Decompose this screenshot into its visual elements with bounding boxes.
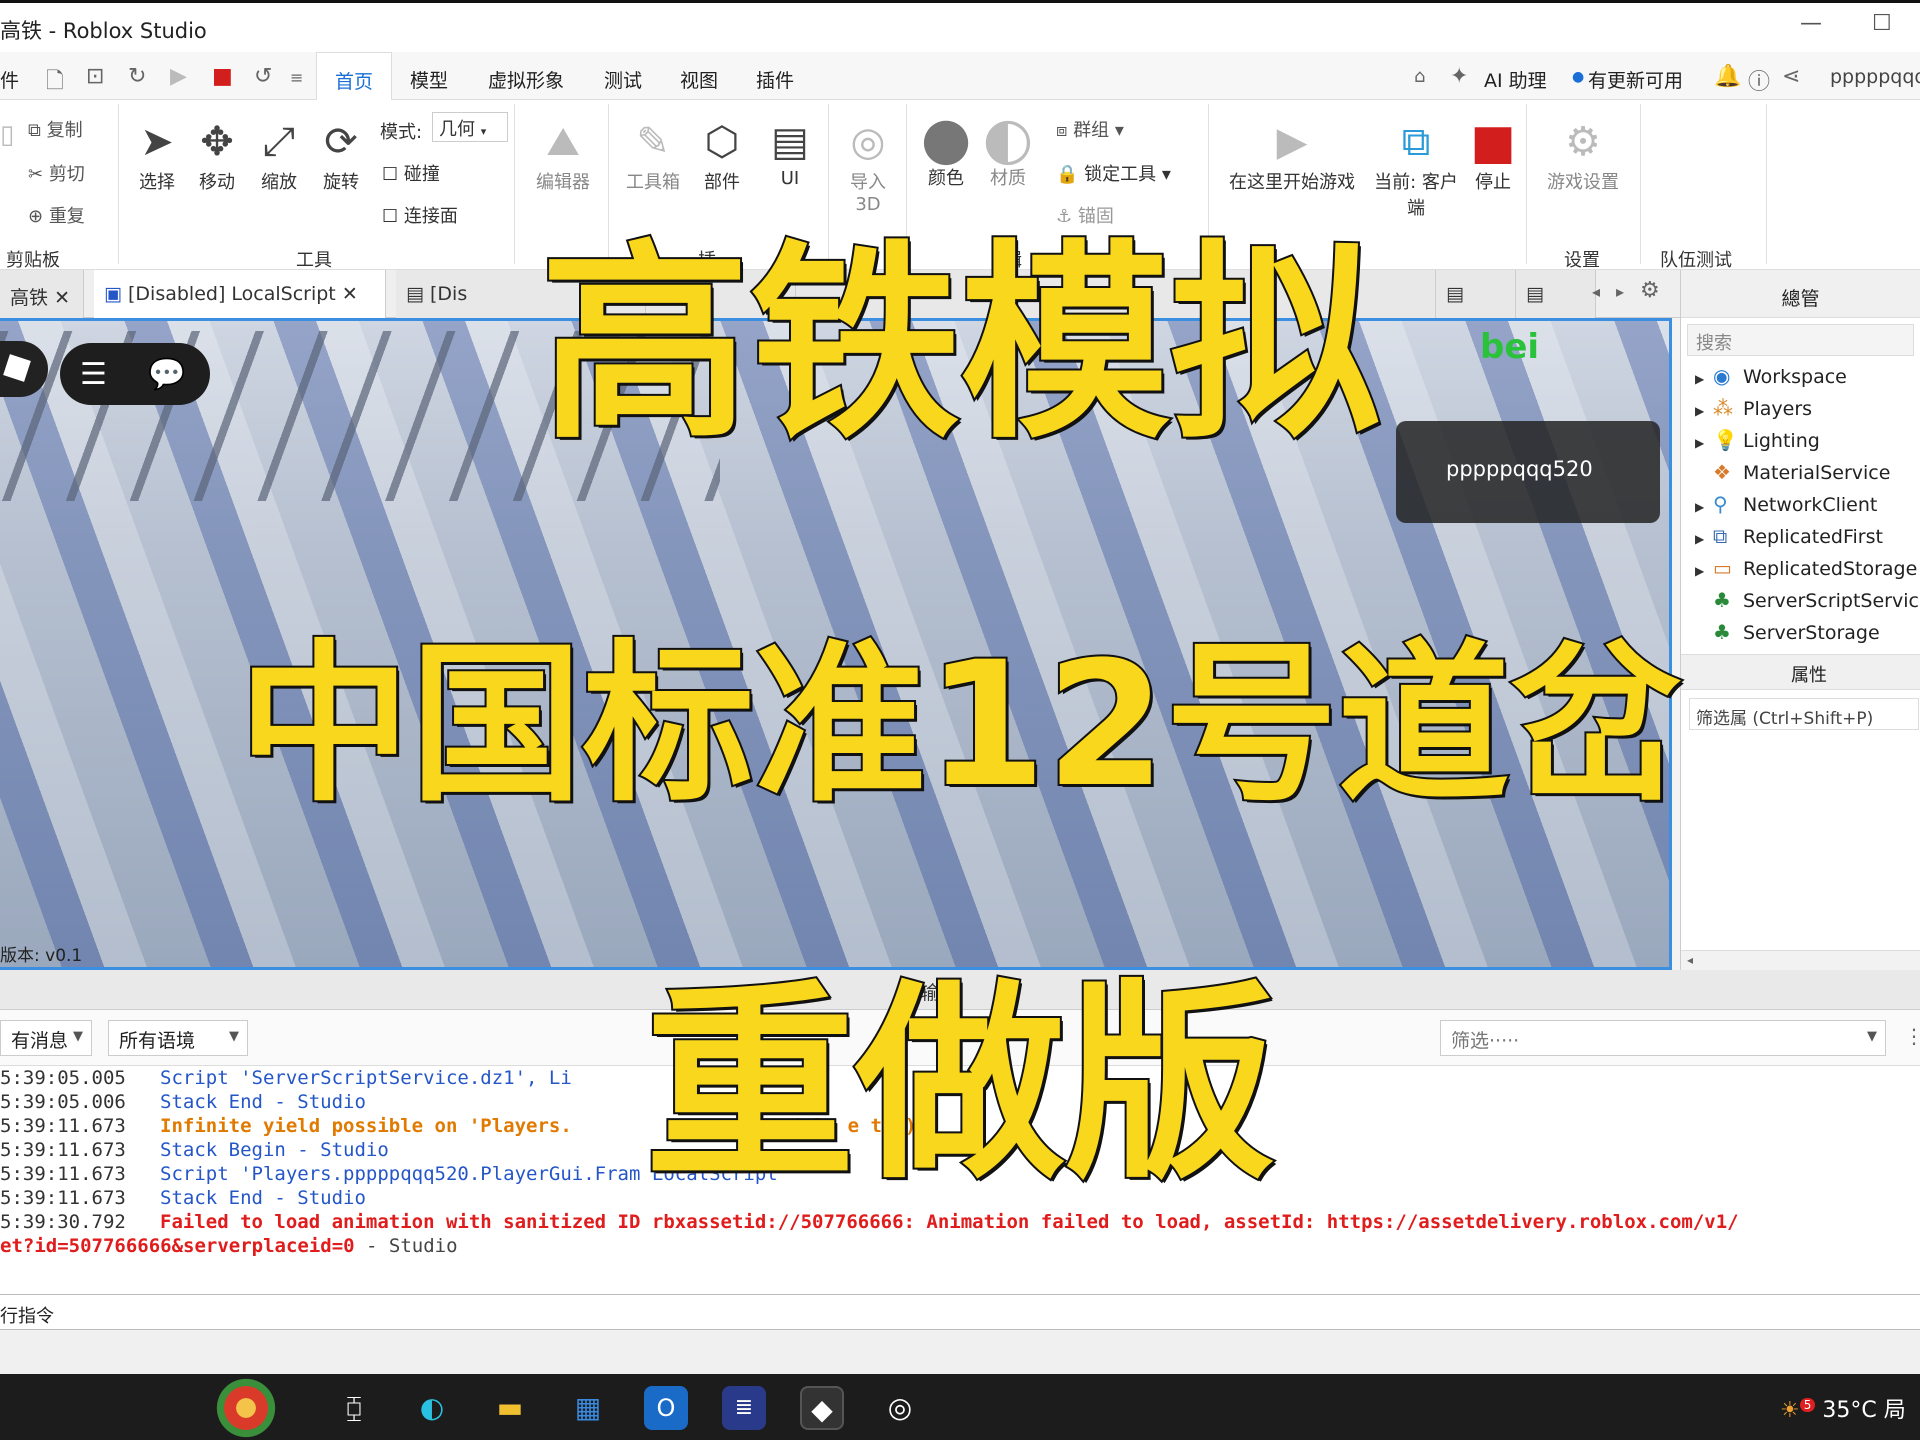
overlay-title-line1: 高铁模拟 bbox=[538, 220, 1382, 469]
notification-badge: 5 bbox=[1799, 1397, 1816, 1412]
weather-widget[interactable]: ☀ 5 35°C 局 bbox=[1780, 1392, 1906, 1424]
explorer-item-networkclient[interactable]: ▶ ⚲ NetworkClient bbox=[1695, 492, 1877, 516]
client-icon: ⧉ bbox=[1401, 119, 1431, 165]
copy-button[interactable]: ⧉ 复制 bbox=[28, 116, 83, 142]
game-settings-button[interactable]: ⚙ 游戏设置 bbox=[1538, 116, 1628, 194]
recorder-icon[interactable]: ◎ bbox=[878, 1386, 922, 1430]
sparkle-icon[interactable]: ✦ bbox=[1450, 64, 1468, 89]
rotate-icon: ⟳ bbox=[324, 119, 358, 165]
color-circle-icon: ● bbox=[920, 104, 972, 172]
network-icon: ⚲ bbox=[1713, 492, 1728, 516]
store-icon[interactable]: ▦ bbox=[566, 1386, 610, 1430]
expand-arrow-icon[interactable]: ▶ bbox=[1695, 532, 1713, 546]
server-script-icon: ♣ bbox=[1713, 588, 1731, 612]
select-tool-button[interactable]: ➤ 选择 bbox=[132, 116, 182, 194]
replicated-icon: ⧉ bbox=[1713, 524, 1728, 548]
color-button[interactable]: ● 颜色 bbox=[914, 104, 978, 190]
tab-model[interactable]: 模型 bbox=[410, 66, 448, 93]
mode-select[interactable]: 几何 ▾ bbox=[432, 112, 508, 142]
material-sphere-icon: ◐ bbox=[982, 104, 1034, 172]
explorer-item-replicatedstorage[interactable]: ▶ ▭ ReplicatedStorage bbox=[1695, 556, 1917, 580]
editor-button[interactable]: ⛰ 编辑器 bbox=[528, 116, 598, 194]
update-dot-icon: ● bbox=[1572, 69, 1585, 85]
window-title: 高铁 - Roblox Studio bbox=[0, 19, 207, 43]
stop-square-icon: ■ bbox=[1470, 114, 1516, 170]
rotate-tool-button[interactable]: ⟳ 旋转 bbox=[316, 116, 366, 194]
part-button[interactable]: ⬡ 部件 bbox=[696, 116, 748, 194]
cut-button[interactable]: ✂ 剪切 bbox=[28, 160, 85, 186]
toolbox-button[interactable]: ✎ 工具箱 bbox=[618, 116, 688, 194]
ui-button[interactable]: ▤ UI bbox=[764, 116, 816, 189]
terrain-editor-icon: ⛰ bbox=[546, 119, 580, 165]
outlook-icon[interactable]: O bbox=[644, 1386, 688, 1430]
log-line: et?id=507766666&serverplaceid=0 - Studio bbox=[0, 1235, 458, 1257]
tab-view[interactable]: 视图 bbox=[680, 66, 718, 93]
lock-tool-button[interactable]: 🔒 锁定工具 ▾ bbox=[1056, 160, 1171, 186]
explorer-item-serverscriptservice[interactable]: ♣ ServerScriptService bbox=[1695, 588, 1920, 612]
notification-bell-icon[interactable]: 🔔 bbox=[1714, 64, 1741, 89]
user-name[interactable]: pppppqqqq bbox=[1830, 66, 1920, 88]
weather-sun-icon: ☀ bbox=[1780, 1398, 1800, 1423]
scale-icon: ⤢ bbox=[263, 119, 295, 165]
toolbox-icon: ✎ bbox=[636, 119, 670, 165]
import-3d-button[interactable]: ◎ 导入 3D bbox=[838, 116, 898, 215]
tab-home[interactable]: 首页 bbox=[316, 52, 393, 101]
group-button[interactable]: ⧈ 群组 ▾ bbox=[1056, 116, 1124, 142]
status-area bbox=[0, 1330, 1920, 1374]
cube-icon: ⬡ bbox=[704, 119, 740, 165]
roblox-studio-taskbar-icon[interactable]: ◆ bbox=[800, 1386, 844, 1430]
cursor-icon: ➤ bbox=[140, 119, 174, 165]
tab-plugins[interactable]: 插件 bbox=[756, 66, 794, 93]
command-bar-input[interactable]: 行指令 bbox=[0, 1294, 1920, 1330]
gear-icon: ⚙ bbox=[1565, 119, 1601, 165]
minimize-button[interactable]: — bbox=[1800, 11, 1822, 36]
expand-arrow-icon[interactable]: ▶ bbox=[1695, 500, 1713, 514]
explorer-item-replicatedfirst[interactable]: ▶ ⧉ ReplicatedFirst bbox=[1695, 524, 1883, 548]
app-icon[interactable]: ≣ bbox=[722, 1386, 766, 1430]
collapse-ribbon-icon[interactable]: ⌂ bbox=[1414, 66, 1425, 87]
tab-avatar[interactable]: 虚拟形象 bbox=[488, 66, 564, 93]
paste-icon[interactable]: ▯ bbox=[0, 120, 14, 150]
new-file-icon[interactable]: 🗋 bbox=[46, 64, 64, 102]
undo-icon[interactable]: ↺ bbox=[254, 64, 272, 89]
stop-button[interactable]: ■ 停止 bbox=[1466, 116, 1520, 194]
chevron-down-icon: ▾ bbox=[480, 125, 487, 138]
ai-assistant-button[interactable]: AI 助理 bbox=[1484, 66, 1547, 93]
overlay-title-line2: 中国标准12号道岔 bbox=[236, 622, 1683, 827]
move-icon: ✥ bbox=[200, 119, 234, 165]
overlay-title-line3: 重做版 bbox=[643, 960, 1277, 1209]
menu-bar: 件 🗋 ⊡ ↻ ▶ ■ ↺ ≡ 首页 模型 虚拟形象 测试 视图 插件 ⌂ ✦ … bbox=[0, 52, 1920, 102]
play-icon[interactable]: ▶ bbox=[170, 64, 187, 89]
expand-arrow-icon[interactable]: ▶ bbox=[1695, 564, 1713, 578]
task-view-icon[interactable]: ⧮ bbox=[332, 1386, 376, 1430]
play-here-button[interactable]: ▶ 在这里开始游戏 bbox=[1222, 116, 1362, 194]
edge-browser-icon[interactable]: ◐ bbox=[410, 1386, 454, 1430]
mode-label: 模式: bbox=[380, 122, 423, 143]
tab-test[interactable]: 测试 bbox=[604, 66, 642, 93]
file-explorer-icon[interactable]: ▬ bbox=[488, 1386, 532, 1430]
update-available-button[interactable]: 有更新可用 bbox=[1588, 66, 1683, 93]
redo-icon[interactable]: ↻ bbox=[128, 64, 146, 89]
import-globe-icon: ◎ bbox=[850, 119, 886, 165]
save-icon[interactable]: ⊡ bbox=[86, 64, 104, 89]
storage-icon: ▭ bbox=[1713, 556, 1732, 580]
customize-icon[interactable]: ≡ bbox=[290, 68, 303, 87]
scale-tool-button[interactable]: ⤢ 缩放 bbox=[254, 116, 304, 194]
play-here-icon: ▶ bbox=[1276, 119, 1308, 165]
ui-window-icon: ▤ bbox=[771, 119, 809, 165]
file-menu[interactable]: 件 bbox=[0, 66, 19, 93]
title-bar: 高铁 - Roblox Studio — ☐ bbox=[0, 0, 1920, 52]
share-icon[interactable]: ⋖ bbox=[1782, 64, 1800, 89]
stop-icon[interactable]: ■ bbox=[212, 64, 233, 89]
maximize-button[interactable]: ☐ bbox=[1872, 11, 1892, 36]
current-client-button[interactable]: ⧉ 当前: 客户端 bbox=[1370, 116, 1462, 220]
collide-toggle[interactable]: ☐ 碰撞 bbox=[382, 160, 440, 186]
help-icon[interactable]: ⓘ bbox=[1748, 64, 1770, 96]
decorative-flower-icon bbox=[210, 1376, 282, 1440]
move-tool-button[interactable]: ✥ 移动 bbox=[192, 116, 242, 194]
material-button[interactable]: ◐ 材质 bbox=[976, 104, 1040, 190]
log-line: 5:39:30.792 Failed to load animation with… bbox=[0, 1211, 1739, 1233]
taskbar: ⧮ ◐ ▬ ▦ O ≣ ◆ ◎ ☀ 5 35°C 局 bbox=[0, 1374, 1920, 1440]
